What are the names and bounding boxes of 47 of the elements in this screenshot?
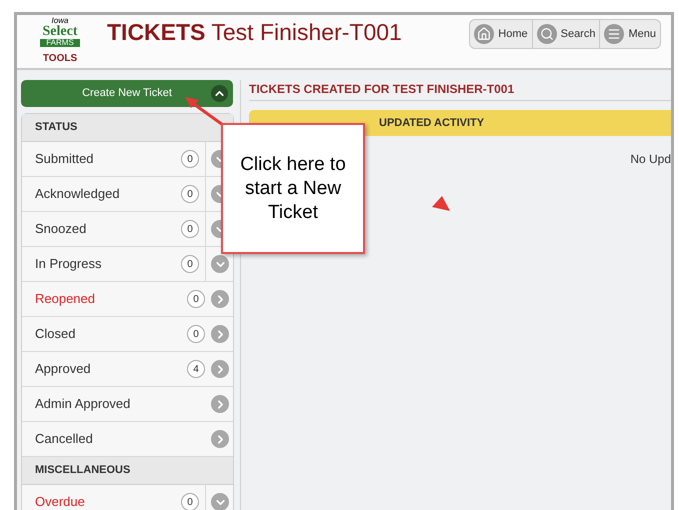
search-icon [536,24,557,44]
status-label: In Progress [35,255,102,274]
status-label: Overdue [35,493,85,510]
section-heading: TICKETS CREATED FOR TEST FINISHER-T001 [249,80,671,101]
status-item[interactable]: Approved 4 [22,352,233,387]
chevron-right-icon[interactable] [211,325,229,343]
status-label: Closed [35,325,76,344]
status-item[interactable]: Admin Approved [22,387,233,422]
collapse-icon [211,85,228,102]
status-item[interactable]: Closed 0 [22,317,233,352]
status-label: Reopened [35,290,95,308]
count-badge: 0 [181,220,199,238]
status-label: Admin Approved [35,395,130,414]
page-title: TICKETS Test Finisher-T001 [107,18,402,47]
count-badge: 0 [181,493,199,510]
nav-button[interactable]: Home [470,20,533,48]
status-item[interactable]: Overdue 0 [22,485,233,510]
status-label: Approved [35,360,91,378]
status-label: Submitted [35,150,94,168]
status-label: Snoozed [35,220,86,238]
count-badge: 0 [181,255,199,273]
chevron-right-icon[interactable] [211,360,229,378]
chevron-down-icon[interactable] [211,255,229,273]
empty-message: No Upd [630,151,671,168]
callout-tooltip: Click here to start a New Ticket [221,123,365,254]
create-ticket-button[interactable]: Create New Ticket [21,80,233,107]
chevron-right-icon[interactable] [211,430,229,448]
arrowhead-icon [432,196,452,212]
status-label: Cancelled [35,430,93,448]
count-badge: 0 [187,290,205,308]
chevron-right-icon[interactable] [211,290,229,308]
count-badge: 0 [187,325,205,343]
nav-button[interactable]: Search [532,20,600,48]
status-item[interactable]: Reopened 0 [22,282,233,317]
menu-icon [604,24,624,44]
section-header: STATUS [22,114,233,142]
section-header: MISCELLANEOUS [22,457,233,485]
logo: Iowa Select FARMS TOOLS [27,17,93,66]
nav-button[interactable]: Menu [600,20,660,48]
count-badge: 0 [181,185,199,203]
chevron-right-icon[interactable] [211,395,229,413]
count-badge: 4 [187,360,205,378]
pointer-arrow [183,95,225,127]
home-icon [474,24,494,44]
chevron-down-icon[interactable] [211,493,229,510]
count-badge: 0 [181,150,199,168]
status-label: Acknowledged [35,185,120,204]
